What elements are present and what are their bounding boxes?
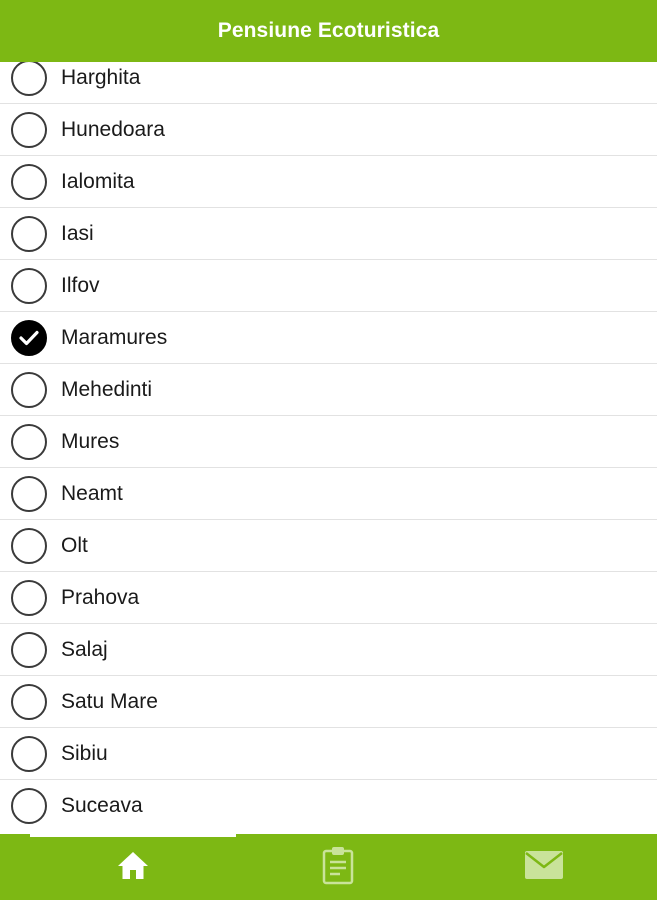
list-item-label: Mures [61, 429, 120, 453]
radio-button[interactable] [11, 788, 47, 824]
radio-button[interactable] [11, 527, 47, 564]
radio-button[interactable] [11, 267, 47, 304]
list-item-label: Suceava [61, 794, 143, 817]
list-item[interactable]: Satu Mare [0, 676, 657, 728]
list-item-label: Ialomita [61, 169, 135, 193]
list-item[interactable]: Ilfov [0, 260, 657, 312]
radio-button[interactable] [11, 579, 47, 616]
radio-button[interactable] [11, 423, 47, 460]
list-item-label: Satu Mare [61, 689, 158, 713]
tab-mail[interactable] [434, 834, 653, 900]
list-item[interactable]: Neamt [0, 468, 657, 520]
list-item-label: Prahova [61, 585, 140, 609]
list-item-label: Harghita [61, 65, 141, 89]
radio-button[interactable] [11, 215, 47, 252]
radio-button[interactable] [11, 62, 47, 96]
clipboard-icon [321, 845, 355, 890]
list-item-label: Neamt [61, 481, 123, 505]
app-screen: Pensiune Ecoturistica Harghita Hunedoara… [0, 0, 657, 900]
mail-icon [524, 850, 564, 885]
radio-button[interactable] [11, 735, 47, 772]
page-title: Pensiune Ecoturistica [217, 19, 440, 42]
list-item[interactable]: Mures [0, 416, 657, 468]
list-item-label: Olt [61, 533, 88, 557]
list-item[interactable]: Iasi [0, 208, 657, 260]
list-item-label: Ilfov [61, 273, 100, 297]
county-list[interactable]: Harghita Hunedoara Ialomita Iasi Ilfov M… [0, 62, 657, 834]
list-item[interactable]: Harghita [0, 62, 657, 104]
radio-button[interactable] [11, 631, 47, 668]
radio-button[interactable] [11, 683, 47, 720]
list-item-label: Salaj [61, 637, 108, 661]
tab-home[interactable] [23, 834, 242, 900]
list-item[interactable]: Olt [0, 520, 657, 572]
home-icon [115, 849, 151, 886]
radio-button[interactable] [11, 163, 47, 200]
radio-button[interactable] [11, 111, 47, 148]
list-item[interactable]: Sibiu [0, 728, 657, 780]
list-item-label: Hunedoara [61, 117, 165, 141]
radio-button[interactable] [11, 475, 47, 512]
header-bar: Pensiune Ecoturistica [0, 0, 657, 62]
list-item[interactable]: Salaj [0, 624, 657, 676]
list-item[interactable]: Hunedoara [0, 104, 657, 156]
list-item[interactable]: Ialomita [0, 156, 657, 208]
list-item-label: Sibiu [61, 741, 108, 765]
bottom-tab-bar [0, 834, 657, 900]
list-item[interactable]: Suceava [0, 780, 657, 832]
radio-button-checked[interactable] [11, 319, 47, 356]
list-item-label: Iasi [61, 221, 94, 245]
list-item[interactable]: Mehedinti [0, 364, 657, 416]
list-item-label: Maramures [61, 325, 168, 349]
checkmark-icon [19, 330, 39, 345]
tab-clipboard[interactable] [228, 834, 447, 900]
list-item-label: Mehedinti [61, 377, 153, 401]
radio-button[interactable] [11, 371, 47, 408]
list-item[interactable]: Maramures [0, 312, 657, 364]
list-item[interactable]: Prahova [0, 572, 657, 624]
